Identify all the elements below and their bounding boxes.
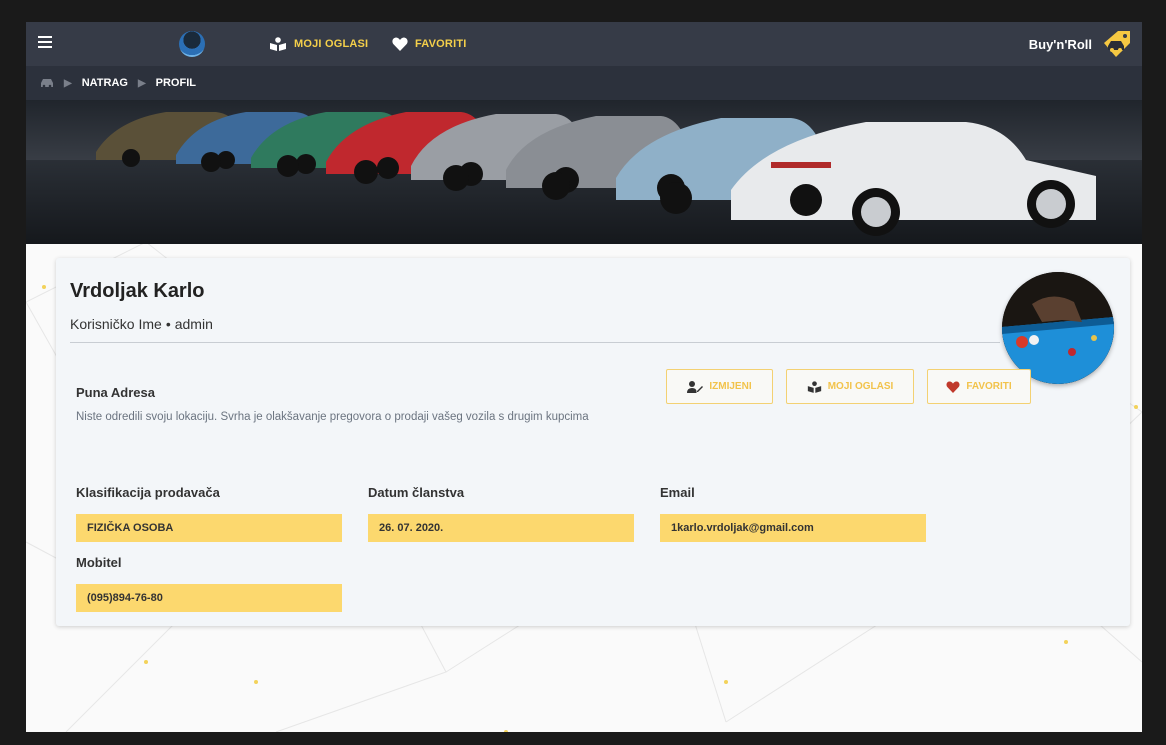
avatar-image [1002, 272, 1114, 384]
nav-favoriti-label: FAVORITI [415, 38, 467, 50]
app-frame: MOJI OGLASI FAVORITI Buy'n'Roll ▶ NATRAG… [26, 22, 1142, 732]
nav-moji-oglasi[interactable]: MOJI OGLASI [269, 22, 368, 66]
reader-icon [270, 37, 286, 51]
profile-card: Vrdoljak Karlo Korisničko Ime • admin Pu… [56, 258, 1130, 626]
email-field: 1karlo.vrdoljak@gmail.com [660, 514, 926, 542]
username-label: Korisničko Ime [70, 316, 162, 332]
mobile-label: Mobitel [76, 555, 122, 570]
site-logo[interactable] [179, 31, 205, 57]
reader-icon [807, 380, 821, 393]
divider [70, 342, 1000, 343]
address-title: Puna Adresa [76, 385, 155, 400]
mobile-field: (095)894-76-80 [76, 584, 342, 612]
email-label: Email [660, 485, 695, 500]
heart-icon [392, 37, 408, 51]
top-nav: MOJI OGLASI FAVORITI Buy'n'Roll [26, 22, 1142, 66]
nav-moji-oglasi-label: MOJI OGLASI [294, 38, 369, 50]
address-text: Niste odredili svoju lokaciju. Svrha je … [76, 411, 589, 423]
username-separator: • [165, 316, 171, 332]
my-ads-button[interactable]: MOJI OGLASI [786, 369, 914, 404]
nav-favoriti[interactable]: FAVORITI [392, 22, 467, 66]
car-icon[interactable] [40, 78, 54, 88]
classification-field: FIZIČKA OSOBA [76, 514, 342, 542]
breadcrumb-separator-icon: ▶ [64, 77, 72, 89]
car-tag-icon [1104, 31, 1130, 57]
heart-icon [946, 380, 960, 393]
breadcrumb-back[interactable]: NATRAG [82, 77, 128, 89]
edit-button[interactable]: IZMIJENI [666, 369, 773, 404]
menu-icon[interactable] [38, 36, 52, 50]
brand[interactable]: Buy'n'Roll [1029, 22, 1132, 66]
user-edit-icon [687, 380, 704, 393]
edit-button-label: IZMIJENI [709, 381, 752, 392]
member-since-field: 26. 07. 2020. [368, 514, 634, 542]
favorites-button[interactable]: FAVORITI [927, 369, 1031, 404]
classification-label: Klasifikacija prodavača [76, 485, 220, 500]
profile-username: Korisničko Ime • admin [70, 316, 213, 332]
username-value: admin [174, 316, 213, 332]
cars-banner-image [26, 112, 1142, 244]
profile-name: Vrdoljak Karlo [70, 280, 205, 302]
brand-name: Buy'n'Roll [1028, 36, 1092, 52]
my-ads-button-label: MOJI OGLASI [827, 381, 894, 392]
favorites-button-label: FAVORITI [966, 381, 1012, 392]
breadcrumb: ▶ NATRAG ▶ PROFIL [26, 66, 1142, 100]
breadcrumb-current: PROFIL [155, 77, 196, 89]
avatar[interactable] [1002, 272, 1114, 384]
breadcrumb-separator-icon: ▶ [137, 77, 146, 89]
member-since-label: Datum članstva [368, 485, 465, 500]
hero-banner [26, 100, 1142, 244]
